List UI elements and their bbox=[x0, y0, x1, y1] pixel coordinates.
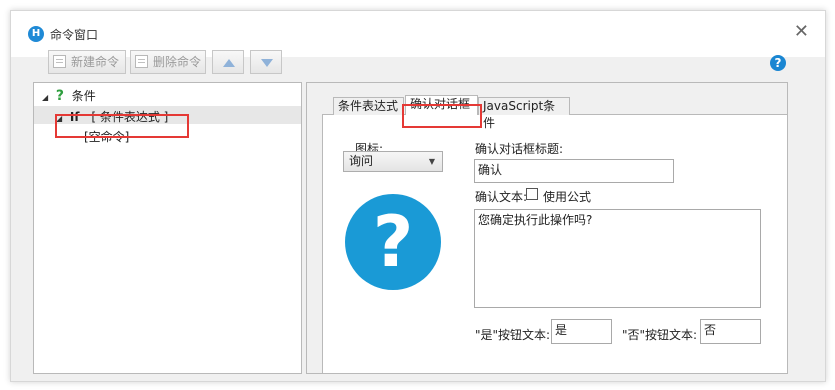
dialog-title-label: 确认对话框标题: bbox=[475, 142, 564, 156]
expand-triangle-icon[interactable]: ◢ bbox=[42, 93, 52, 102]
chevron-down-icon: ▼ bbox=[428, 157, 435, 166]
help-icon[interactable]: ? bbox=[770, 55, 786, 71]
condition-icon: ? bbox=[55, 88, 64, 104]
delete-command-icon bbox=[135, 55, 148, 68]
new-command-icon bbox=[53, 55, 66, 68]
confirm-text-label: 确认文本: bbox=[475, 190, 528, 204]
use-formula-label: 使用公式 bbox=[543, 190, 592, 204]
condition-label: 条件 bbox=[71, 89, 96, 103]
delete-command-label: 删除命令 bbox=[153, 55, 202, 69]
close-icon[interactable]: ✕ bbox=[794, 23, 809, 41]
no-button-text-label: "否"按钮文本: bbox=[622, 328, 698, 342]
if-expression: [ 条件表达式 ] bbox=[91, 110, 169, 124]
arrow-up-icon bbox=[223, 59, 235, 67]
icon-select-value: 询问 bbox=[349, 154, 374, 168]
move-up-button[interactable] bbox=[212, 50, 244, 74]
delete-command-button[interactable]: 删除命令 bbox=[130, 50, 206, 74]
icon-select[interactable]: 询问 ▼ bbox=[343, 151, 443, 172]
new-command-label: 新建命令 bbox=[71, 55, 120, 69]
app-logo-icon: H bbox=[28, 26, 44, 42]
tab-javascript-condition[interactable]: JavaScript条件 bbox=[478, 97, 570, 130]
expand-triangle-icon[interactable]: ◢ bbox=[56, 114, 66, 123]
tree-item-condition[interactable]: ◢ ? 条件 bbox=[42, 87, 96, 104]
question-preview-icon: ? bbox=[345, 194, 441, 290]
dialog-title-input[interactable]: 确认 bbox=[474, 159, 674, 183]
arrow-down-icon bbox=[261, 59, 273, 67]
window-title: 命令窗口 bbox=[50, 28, 99, 42]
no-button-text-input[interactable]: 否 bbox=[700, 319, 761, 344]
yes-button-text-input[interactable]: 是 bbox=[551, 319, 612, 344]
use-formula-checkbox[interactable] bbox=[526, 188, 538, 200]
yes-button-text-label: "是"按钮文本: bbox=[475, 328, 551, 342]
tab-condition-expression[interactable]: 条件表达式 bbox=[333, 97, 404, 115]
command-tree: ◢ ? 条件 ◢ If [ 条件表达式 ] [空命令] bbox=[33, 82, 302, 374]
tree-item-if[interactable]: ◢ If [ 条件表达式 ] bbox=[56, 108, 168, 125]
if-keyword: If bbox=[69, 110, 80, 124]
new-command-button[interactable]: 新建命令 bbox=[48, 50, 126, 74]
confirm-text-area[interactable]: 您确定执行此操作吗? bbox=[474, 209, 761, 308]
tab-confirm-dialog[interactable]: 确认对话框 bbox=[405, 95, 478, 115]
tree-item-empty-command[interactable]: [空命令] bbox=[84, 128, 129, 145]
move-down-button[interactable] bbox=[250, 50, 282, 74]
